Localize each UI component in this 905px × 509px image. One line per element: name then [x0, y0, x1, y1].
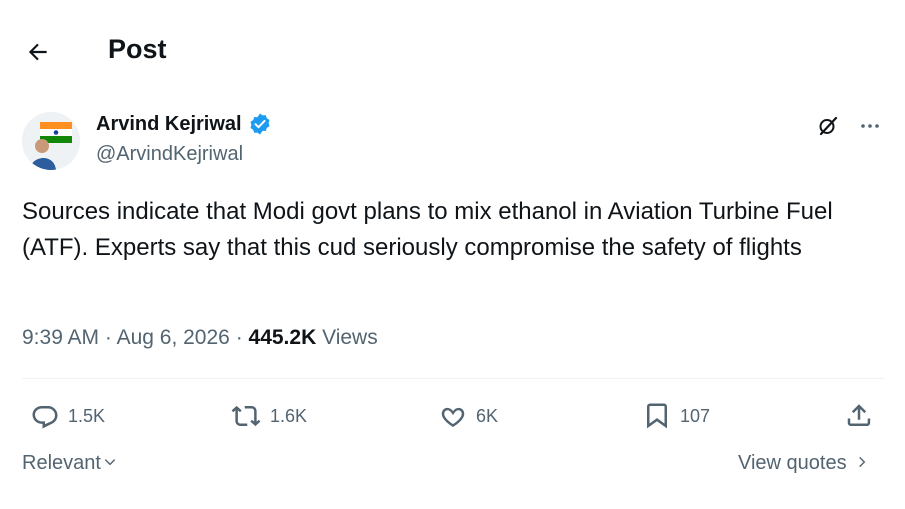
repost-button[interactable]: 1.6K	[230, 398, 307, 434]
like-count: 6K	[476, 405, 499, 426]
repost-icon	[230, 401, 262, 431]
views-count: 445.2K	[248, 326, 317, 349]
more-options-icon[interactable]	[856, 112, 884, 140]
chevron-right-icon	[855, 452, 869, 475]
reply-button[interactable]: 1.5K	[30, 398, 105, 434]
repost-count: 1.6K	[270, 405, 308, 426]
tweet-meta: 9:39 AM · Aug 6, 2026 · 445.2K Views	[22, 326, 378, 349]
arrow-left-icon[interactable]	[22, 36, 54, 68]
tweet-date[interactable]: Aug 6, 2026	[117, 326, 230, 349]
author-handle[interactable]: @ArvindKejriwal	[96, 143, 243, 166]
bookmark-count: 107	[680, 405, 711, 426]
view-quotes-label: View quotes	[738, 452, 847, 474]
reply-icon	[30, 401, 60, 431]
author-name-text: Arvind Kejriwal	[96, 112, 242, 135]
sort-label: Relevant	[22, 452, 101, 474]
grok-icon[interactable]	[814, 112, 842, 140]
page-title: Post	[108, 34, 167, 64]
bookmark-icon	[642, 401, 672, 431]
tweet-text: Sources indicate that Modi govt plans to…	[22, 198, 833, 261]
like-button[interactable]: 6K	[438, 398, 498, 434]
reply-count: 1.5K	[68, 405, 106, 426]
author-name[interactable]: Arvind Kejriwal	[96, 112, 272, 136]
sort-relevant-dropdown[interactable]: Relevant	[22, 452, 117, 475]
verified-badge-icon	[248, 112, 272, 136]
view-quotes-link[interactable]: View quotes	[738, 452, 869, 475]
heart-icon	[438, 401, 468, 431]
chevron-down-icon	[103, 452, 117, 475]
divider	[22, 378, 884, 379]
avatar[interactable]	[22, 112, 80, 170]
bookmark-button[interactable]: 107	[642, 398, 710, 434]
share-button[interactable]	[844, 398, 874, 434]
views-label: Views	[322, 326, 378, 349]
tweet-time[interactable]: 9:39 AM	[22, 326, 99, 349]
share-icon	[844, 401, 874, 431]
